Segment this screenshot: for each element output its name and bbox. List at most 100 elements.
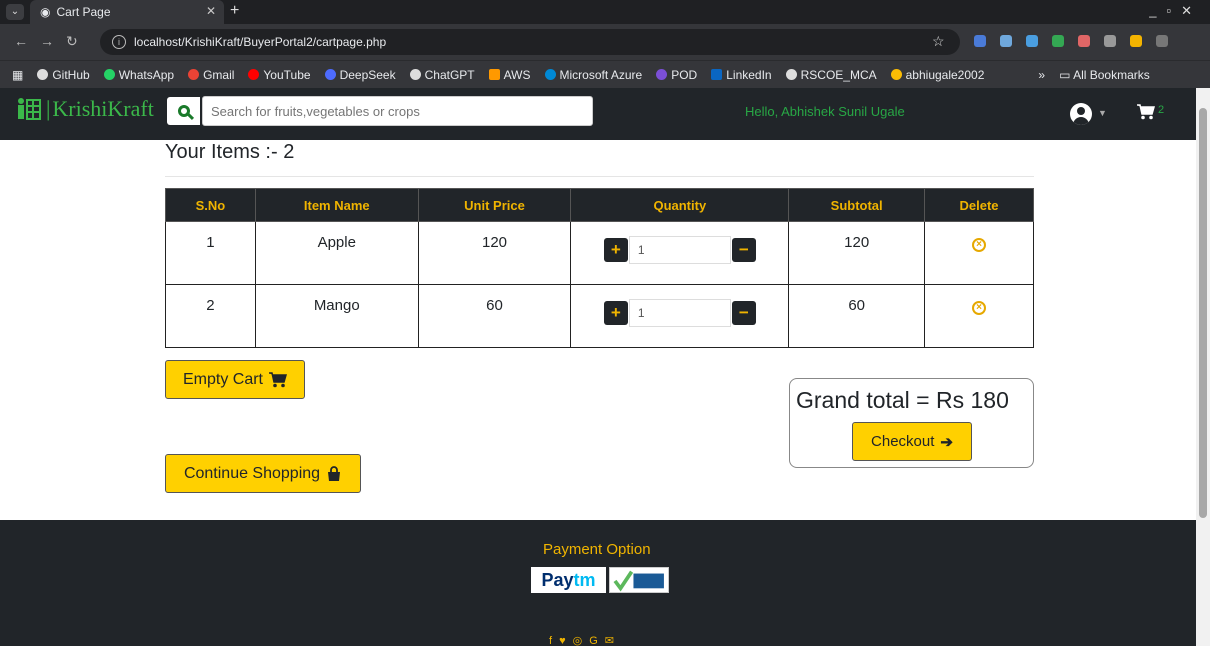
bookmark-deepseek[interactable]: DeepSeek: [324, 68, 396, 82]
delete-item-icon[interactable]: ×: [972, 301, 987, 315]
grand-total: Grand total = Rs 180: [796, 387, 1009, 413]
decrease-quantity-button[interactable]: −: [731, 301, 756, 325]
cart-table: S.No Item Name Unit Price Quantity Subto…: [165, 188, 1034, 348]
cart-icon[interactable]: [1137, 104, 1155, 120]
table-row: 2 Mango 60 + − 60 ×: [165, 284, 1034, 348]
column-header: Delete: [924, 188, 1034, 222]
cell-delete: ×: [924, 221, 1034, 285]
column-header: Unit Price: [417, 188, 572, 222]
tab-search-icon[interactable]: ⌄: [6, 4, 24, 20]
cell-subtotal: 60: [788, 284, 926, 348]
extension-icon[interactable]: [1078, 35, 1090, 47]
cell-delete: ×: [924, 284, 1034, 348]
google-plus-icon[interactable]: G: [589, 635, 605, 647]
bookmark-rscoe[interactable]: RSCOE_MCA: [785, 68, 877, 82]
checkout-label: Checkout: [871, 433, 935, 450]
decrease-quantity-button[interactable]: −: [731, 238, 756, 262]
close-tab-icon[interactable]: ✕: [206, 4, 216, 18]
bookmark-aws[interactable]: AWS: [488, 68, 531, 82]
bookmark-linkedin[interactable]: LinkedIn: [711, 68, 772, 82]
extensions-bar: [974, 35, 1168, 47]
email-icon[interactable]: ✉: [605, 635, 621, 647]
empty-cart-button[interactable]: Empty Cart: [165, 360, 305, 399]
bookmark-drive[interactable]: abhiugale2002: [890, 68, 984, 82]
column-header: S.No: [165, 188, 256, 222]
brand-logo[interactable]: | KrishiKraft: [16, 96, 154, 122]
checkout-button[interactable]: Checkout ➔: [852, 422, 972, 461]
paytm-logo: Pay tm: [531, 567, 606, 593]
farmer-logo-icon: [18, 98, 41, 120]
cart-icon: [269, 371, 287, 387]
bookmark-chatgpt[interactable]: ChatGPT: [409, 68, 475, 82]
globe-icon: ◉: [40, 5, 51, 19]
info-icon[interactable]: i: [112, 35, 126, 49]
search-button[interactable]: [167, 97, 200, 125]
bookmarks-bar: ▦ GitHub WhatsApp Gmail YouTube DeepSeek…: [0, 60, 1210, 88]
site-footer: Payment Option Pay tm f♥◎G✉: [0, 520, 1196, 647]
extension-icon[interactable]: [1026, 35, 1038, 47]
bookmark-gmail[interactable]: Gmail: [188, 68, 234, 82]
cell-quantity: + −: [570, 221, 790, 285]
cod-logo: [609, 567, 669, 593]
apps-icon[interactable]: ▦: [12, 68, 23, 82]
extension-icon[interactable]: [1052, 35, 1064, 47]
twitter-icon[interactable]: ♥: [559, 635, 573, 647]
tab-cart-page[interactable]: ◉ Cart Page ✕: [30, 0, 224, 24]
chevron-down-icon[interactable]: ▼: [1098, 108, 1107, 118]
bookmark-youtube[interactable]: YouTube: [248, 68, 311, 82]
cell-item-name: Mango: [254, 284, 419, 348]
cell-item-name: Apple: [254, 221, 419, 285]
menu-icon[interactable]: [1156, 35, 1168, 47]
bookmark-whatsapp[interactable]: WhatsApp: [103, 68, 174, 82]
profile-icon[interactable]: [1130, 35, 1142, 47]
tab-title: Cart Page: [56, 5, 111, 19]
bookmark-github[interactable]: GitHub: [37, 68, 90, 82]
bookmark-pod[interactable]: POD: [656, 68, 697, 82]
nav-buttons[interactable]: ←→↻: [14, 33, 90, 50]
column-header: Quantity: [570, 188, 790, 222]
continue-shopping-button[interactable]: Continue Shopping: [165, 454, 361, 493]
search-icon: [177, 105, 190, 117]
payment-option-title: Payment Option: [543, 541, 651, 558]
url-field[interactable]: i localhost/KrishiKraft/BuyerPortal2/car…: [100, 29, 960, 55]
divider: [165, 176, 1034, 177]
window-controls[interactable]: _▫✕: [1149, 3, 1202, 19]
brand-name: KrishiKraft: [52, 96, 154, 121]
social-icons[interactable]: f♥◎G✉: [549, 634, 621, 647]
quantity-input[interactable]: [628, 236, 731, 264]
user-greeting: Hello, Abhishek Sunil Ugale: [745, 104, 905, 119]
cell-unit-price: 120: [417, 221, 572, 285]
more-bookmarks-icon[interactable]: »: [1038, 68, 1045, 82]
extension-icon[interactable]: [974, 35, 986, 47]
user-account-icon[interactable]: [1070, 103, 1092, 125]
facebook-icon[interactable]: f: [549, 635, 559, 647]
cell-quantity: + −: [570, 284, 790, 348]
cell-sno: 1: [165, 221, 256, 285]
cell-sno: 2: [165, 284, 256, 348]
column-header: Subtotal: [788, 188, 926, 222]
search-input[interactable]: [202, 96, 593, 126]
cell-unit-price: 60: [417, 284, 572, 348]
increase-quantity-button[interactable]: +: [603, 238, 628, 262]
arrow-right-icon: ➔: [940, 433, 953, 451]
bookmark-star-icon[interactable]: ☆: [932, 33, 945, 50]
page-scrollbar[interactable]: [1196, 88, 1210, 646]
delete-item-icon[interactable]: ×: [972, 238, 987, 252]
column-header: Item Name: [254, 188, 419, 222]
table-header-row: S.No Item Name Unit Price Quantity Subto…: [165, 188, 1034, 222]
increase-quantity-button[interactable]: +: [603, 301, 628, 325]
extension-icon[interactable]: [1000, 35, 1012, 47]
table-row: 1 Apple 120 + − 120 ×: [165, 221, 1034, 285]
continue-shopping-label: Continue Shopping: [183, 464, 321, 482]
browser-tab-strip: ⌄ ◉ Cart Page ✕ + _▫✕: [0, 0, 1210, 24]
bookmark-azure[interactable]: Microsoft Azure: [544, 68, 642, 82]
all-bookmarks[interactable]: ▭ All Bookmarks: [1059, 68, 1150, 82]
puzzle-icon[interactable]: [1104, 35, 1116, 47]
items-heading: Your Items :- 2: [165, 141, 295, 163]
shopping-bag-icon: [328, 465, 341, 481]
instagram-icon[interactable]: ◎: [573, 635, 590, 647]
quantity-input[interactable]: [628, 299, 731, 327]
scrollbar-thumb[interactable]: [1199, 108, 1207, 518]
new-tab-button[interactable]: +: [230, 2, 239, 20]
url-text: localhost/KrishiKraft/BuyerPortal2/cartp…: [134, 35, 387, 49]
